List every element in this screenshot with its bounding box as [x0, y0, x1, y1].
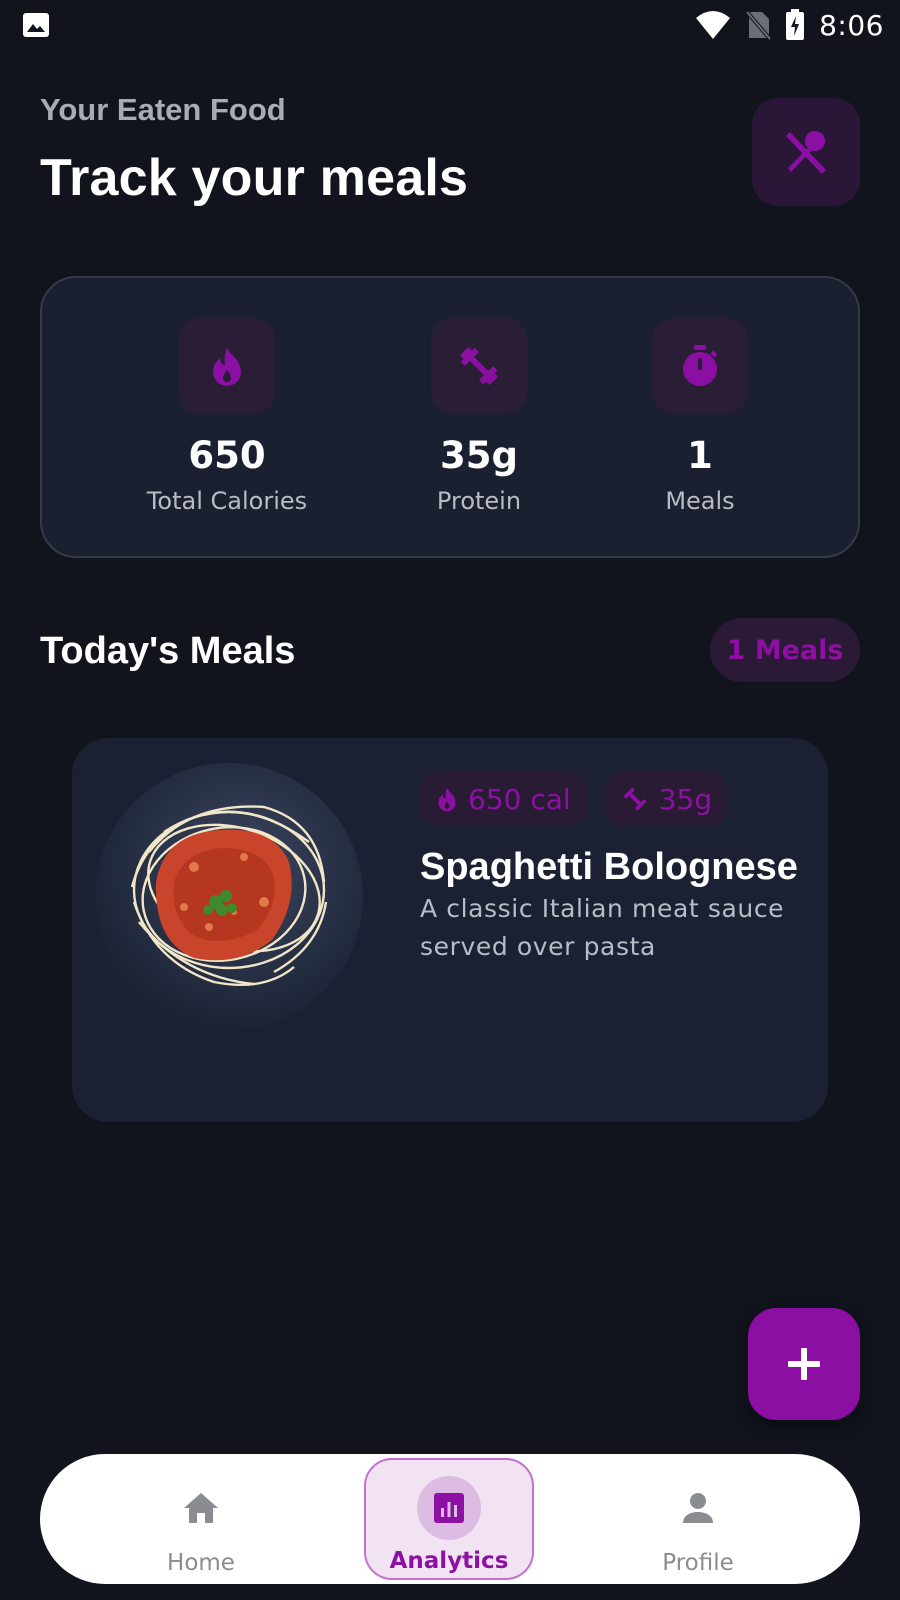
stat-label: Meals [665, 487, 735, 515]
protein-tag: 35g [604, 772, 729, 826]
stat-value: 1 [687, 434, 713, 477]
nav-item-profile[interactable]: Profile [613, 1454, 783, 1584]
nav-item-analytics[interactable]: Analytics [364, 1458, 534, 1580]
meal-description: A classic Italian meat sauce served over… [420, 894, 785, 961]
timer-icon [683, 345, 718, 386]
calories-tag: 650 cal [420, 772, 587, 826]
flame-icon [438, 788, 456, 812]
no-sim-icon [745, 10, 772, 40]
stat-value: 35g [440, 434, 518, 477]
analytics-icon [434, 1493, 464, 1523]
calories-tag-label: 650 cal [468, 782, 571, 816]
battery-charging-icon [786, 9, 805, 40]
meal-tags: 650 cal 35g [420, 772, 729, 826]
status-bar: 8:06 [0, 0, 900, 50]
stat-label: Protein [436, 487, 522, 515]
protein-tag-label: 35g [658, 782, 713, 816]
page-title: Track your meals [40, 149, 469, 207]
stat-value: 650 [188, 434, 266, 477]
status-time: 8:06 [819, 8, 884, 42]
add-meal-button[interactable] [748, 1308, 860, 1420]
utensils-icon [786, 131, 826, 174]
nav-label: Home [167, 1550, 235, 1576]
meal-name: Spaghetti Bolognese [420, 846, 798, 888]
nav-label: Profile [662, 1550, 734, 1576]
page-subtitle: Your Eaten Food [40, 92, 286, 127]
flame-icon [213, 348, 241, 386]
stat-protein: 35g Protein [359, 318, 599, 515]
person-icon [683, 1493, 713, 1523]
dumbbell-icon [460, 347, 498, 385]
section-title: Today's Meals [40, 630, 296, 672]
home-icon [184, 1493, 218, 1523]
plus-icon [788, 1348, 820, 1380]
meal-card[interactable]: 650 cal 35g Spaghetti Bolognese A classi… [72, 738, 828, 1122]
wifi-icon [696, 11, 731, 39]
nav-item-home[interactable]: Home [116, 1454, 286, 1584]
meal-count-badge: 1 Meals [710, 618, 860, 682]
dumbbell-icon [623, 787, 647, 811]
nav-label: Analytics [389, 1548, 509, 1574]
stat-meals: 1 Meals [580, 318, 820, 515]
meal-image [95, 763, 363, 1031]
stats-card: 650 Total Calories 35g Protein 1 Meals [40, 276, 860, 558]
stat-label: Total Calories [146, 487, 308, 515]
image-icon [23, 13, 49, 37]
bottom-nav: Home Analytics Profile [40, 1454, 860, 1584]
utensils-button[interactable] [752, 98, 860, 206]
stat-calories: 650 Total Calories [107, 318, 347, 515]
